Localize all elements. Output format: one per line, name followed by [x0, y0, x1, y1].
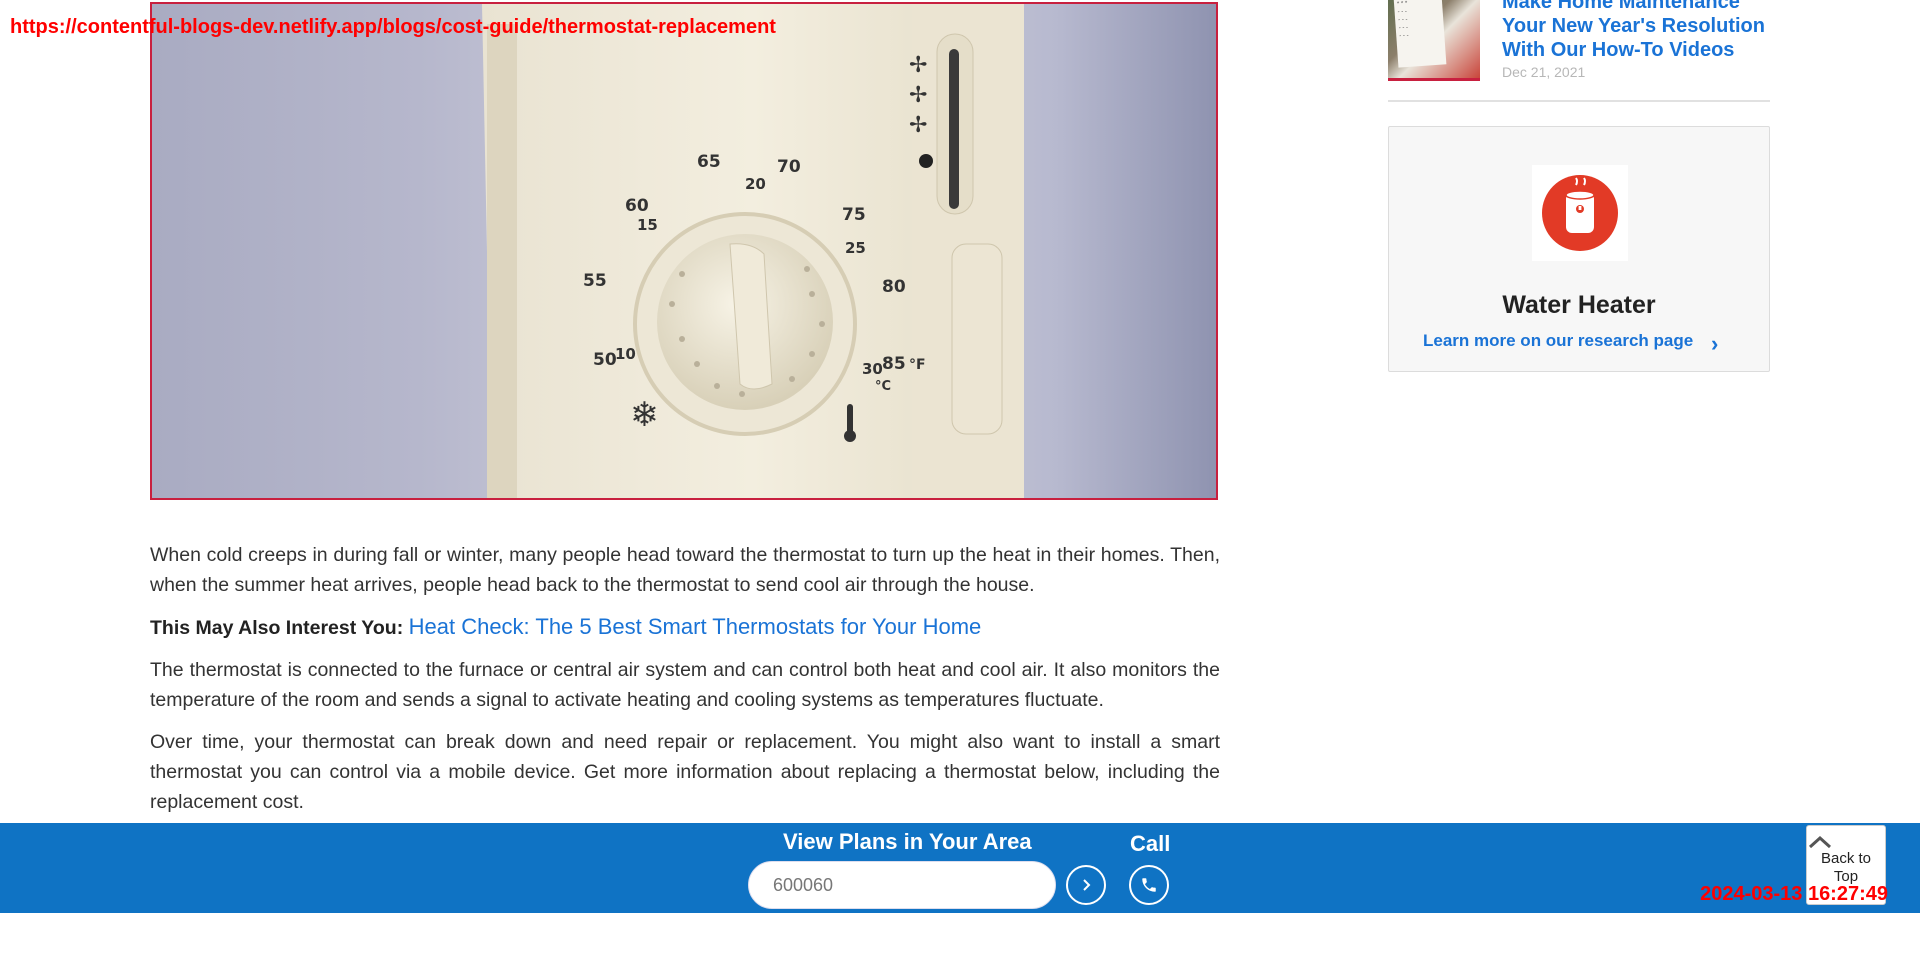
- dial-85: 85: [882, 354, 906, 374]
- thermostat-photo-icon: ✢ ✢ ✢ 50 55 60 65 70 75 80 85 °F 10 15 2…: [482, 4, 1024, 498]
- zip-code-input[interactable]: [748, 861, 1056, 909]
- dial-20: 20: [745, 175, 766, 193]
- dial-50: 50: [593, 350, 617, 370]
- dial-unit-f: °F: [909, 357, 926, 373]
- water-heater-card[interactable]: Water Heater Learn more on our research …: [1388, 126, 1770, 372]
- article-paragraph-3: Over time, your thermostat can break dow…: [150, 731, 1220, 813]
- card-title: Water Heater: [1502, 291, 1656, 319]
- zip-submit-button[interactable]: [1066, 865, 1106, 905]
- dial-75: 75: [842, 205, 866, 225]
- phone-icon: [1142, 878, 1156, 892]
- chevron-right-icon: [1083, 879, 1091, 891]
- dial-70: 70: [777, 157, 801, 177]
- chevron-up-icon: [1808, 835, 1832, 849]
- related-article-date: Dec 21, 2021: [1502, 64, 1586, 80]
- article-paragraph-2: The thermostat is connected to the furna…: [150, 659, 1220, 711]
- timestamp-overlay: 2024-03-13 16:27:49: [1700, 883, 1888, 905]
- interest-link[interactable]: Heat Check: The 5 Best Smart Thermostats…: [409, 614, 982, 639]
- water-heater-icon: [1542, 175, 1618, 251]
- snowflake-icon: ❄: [630, 395, 659, 435]
- call-label: Call: [1130, 831, 1171, 856]
- dial-unit-c: °C: [875, 379, 891, 394]
- article-body: When cold creeps in during fall or winte…: [150, 540, 1220, 829]
- dial-10: 10: [615, 345, 636, 363]
- svg-text:✢: ✢: [909, 113, 927, 138]
- back-to-top-label: Back to Top: [1820, 850, 1872, 885]
- chevron-right-icon[interactable]: ›: [1711, 331, 1718, 357]
- related-article-title[interactable]: Make Home Maintenance Your New Year's Re…: [1502, 0, 1772, 62]
- article-paragraph-1: When cold creeps in during fall or winte…: [150, 544, 1220, 596]
- dial-60: 60: [625, 196, 649, 216]
- svg-text:✢: ✢: [909, 83, 927, 108]
- dial-55: 55: [583, 271, 607, 291]
- dial-80: 80: [882, 277, 906, 297]
- interest-label: This May Also Interest You:: [150, 617, 404, 639]
- water-heater-icon-tile: [1532, 165, 1628, 261]
- dial-15: 15: [637, 216, 658, 234]
- research-page-link[interactable]: Learn more on our research page: [1423, 331, 1693, 351]
- view-plans-label: View Plans in Your Area: [783, 829, 1032, 854]
- call-button[interactable]: [1129, 865, 1169, 905]
- bottom-cta-bar: View Plans in Your Area Call: [0, 823, 1920, 913]
- dial-25: 25: [845, 239, 866, 257]
- svg-text:✢: ✢: [909, 53, 927, 78]
- dial-30: 30: [862, 360, 883, 378]
- dial-65: 65: [697, 152, 721, 172]
- related-article[interactable]: * * * - - -- - -- - -- - - Make Home Main…: [1388, 0, 1770, 102]
- related-article-thumbnail[interactable]: * * * - - -- - -- - -- - -: [1388, 0, 1480, 81]
- interest-line: This May Also Interest You: Heat Check: …: [150, 612, 1220, 643]
- hero-thermostat-image: ✢ ✢ ✢ 50 55 60 65 70 75 80 85 °F 10 15 2…: [150, 2, 1218, 500]
- url-overlay: https://contentful-blogs-dev.netlify.app…: [10, 16, 776, 38]
